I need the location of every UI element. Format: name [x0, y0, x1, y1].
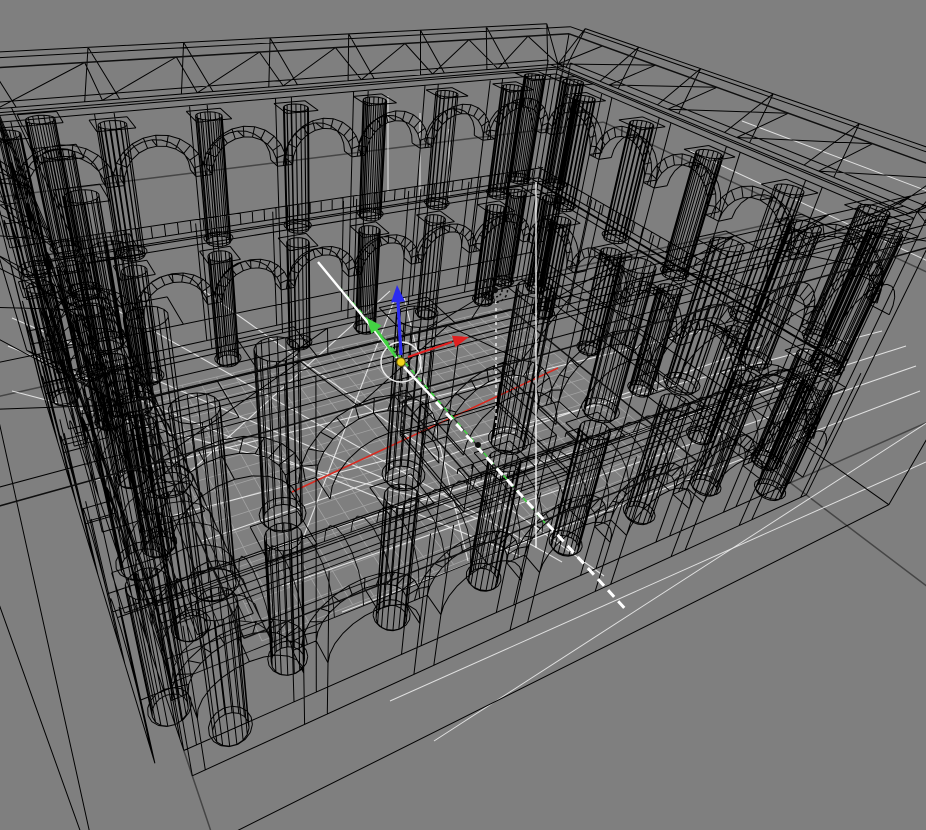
object-origin-dot[interactable]: [475, 442, 481, 448]
gizmo-center-dot[interactable]: [397, 358, 405, 366]
gizmo-x-arrow[interactable]: [408, 336, 469, 357]
viewport-canvas: [0, 0, 926, 830]
building-edges: [0, 24, 926, 830]
lamp-center-dot: [492, 287, 498, 293]
courtyard-building-wireframe[interactable]: [0, 24, 926, 830]
viewport-3d[interactable]: [0, 0, 926, 830]
gizmo-z-arrow-head: [391, 285, 405, 302]
